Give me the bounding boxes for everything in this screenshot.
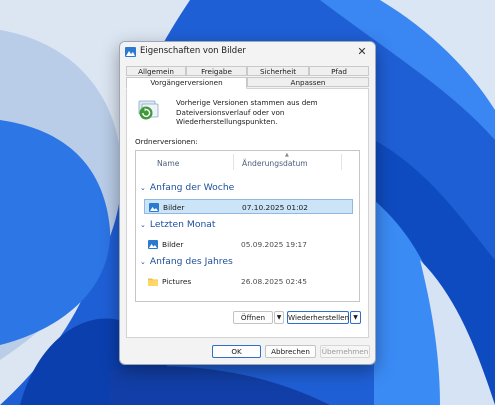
pictures-folder-icon: [149, 203, 159, 212]
open-dropdown-button[interactable]: ▼: [274, 311, 284, 324]
column-separator[interactable]: [341, 154, 342, 170]
pictures-folder-icon: [125, 47, 136, 57]
tab-previous-versions[interactable]: Vorgängerversionen: [126, 77, 247, 89]
sort-indicator-icon: ▲: [285, 152, 289, 158]
versions-list[interactable]: ▲ Name Änderungsdatum ⌄ Anfang der Woche …: [135, 150, 360, 302]
tab-security[interactable]: Sicherheit: [247, 66, 309, 76]
close-button[interactable]: ✕: [349, 42, 375, 62]
column-separator[interactable]: [233, 154, 234, 170]
row-date: 26.08.2025 02:45: [241, 277, 307, 286]
properties-dialog: Eigenschaften von Bilder ✕ Allgemein Fre…: [119, 41, 376, 365]
open-button[interactable]: Öffnen: [233, 311, 273, 324]
title-bar: Eigenschaften von Bilder ✕: [120, 42, 375, 62]
row-name: Bilder: [162, 240, 184, 249]
version-row[interactable]: Bilder 05.09.2025 19:17: [144, 237, 353, 252]
pictures-folder-icon: [148, 240, 158, 249]
tab-customize[interactable]: Anpassen: [247, 77, 369, 87]
group-header[interactable]: ⌄ Anfang der Woche: [140, 182, 234, 193]
chevron-down-icon: ⌄: [140, 184, 146, 192]
window-title: Eigenschaften von Bilder: [140, 46, 246, 56]
tab-row-top: Allgemein Freigabe Sicherheit Pfad: [126, 66, 369, 76]
folder-icon: [148, 278, 158, 286]
cancel-button[interactable]: Abbrechen: [265, 345, 316, 358]
tab-path[interactable]: Pfad: [309, 66, 369, 76]
chevron-down-icon: ⌄: [140, 258, 146, 266]
version-row[interactable]: Pictures 26.08.2025 02:45: [144, 274, 353, 289]
close-icon: ✕: [357, 45, 367, 58]
row-date: 05.09.2025 19:17: [241, 240, 307, 249]
column-header-name[interactable]: Name: [157, 159, 179, 168]
apply-button[interactable]: Übernehmen: [320, 345, 370, 358]
row-name: Pictures: [162, 277, 192, 286]
group-header[interactable]: ⌄ Letzten Monat: [140, 219, 216, 230]
tab-general[interactable]: Allgemein: [126, 66, 186, 76]
restore-button[interactable]: Wiederherstellen: [287, 311, 349, 324]
tab-sharing[interactable]: Freigabe: [186, 66, 247, 76]
chevron-down-icon: ▼: [353, 314, 358, 321]
chevron-down-icon: ▼: [276, 314, 282, 321]
row-date: 07.10.2025 01:02: [242, 203, 308, 212]
restore-versions-icon: [138, 100, 159, 120]
restore-dropdown-button[interactable]: ▼: [350, 311, 361, 324]
chevron-down-icon: ⌄: [140, 221, 146, 229]
info-text: Vorherige Versionen stammen aus dem Date…: [176, 98, 318, 126]
column-header-date[interactable]: Änderungsdatum: [242, 159, 308, 168]
group-header[interactable]: ⌄ Anfang des Jahres: [140, 256, 233, 267]
previous-versions-panel: Vorherige Versionen stammen aus dem Date…: [126, 88, 369, 338]
row-name: Bilder: [163, 203, 185, 212]
tab-row-bottom: Vorgängerversionen Anpassen: [126, 77, 369, 89]
folder-versions-label: Ordnerversionen:: [135, 137, 198, 146]
version-row[interactable]: Bilder 07.10.2025 01:02: [144, 199, 353, 214]
ok-button[interactable]: OK: [212, 345, 261, 358]
